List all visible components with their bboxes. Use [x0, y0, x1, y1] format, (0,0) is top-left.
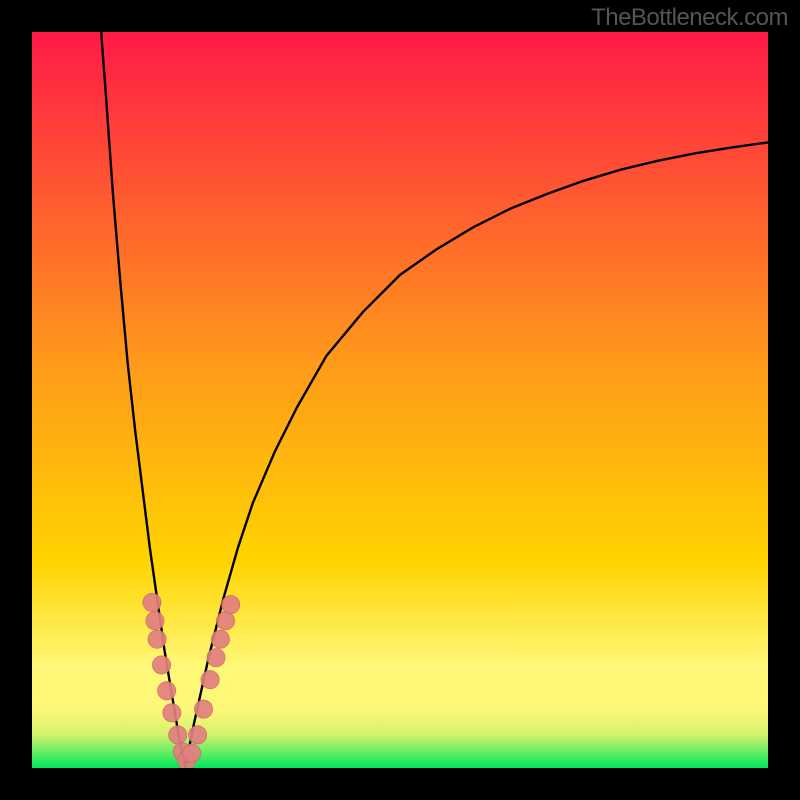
data-dot	[158, 682, 176, 700]
data-dot	[163, 704, 181, 722]
data-dot	[169, 726, 187, 744]
data-dot	[189, 726, 207, 744]
data-dot	[194, 700, 212, 718]
data-dot	[201, 671, 219, 689]
data-dot	[148, 630, 166, 648]
chart-plot-area	[32, 32, 768, 768]
chart-background	[32, 32, 768, 768]
data-dot	[146, 612, 164, 630]
data-dot	[207, 649, 225, 667]
data-dot	[183, 744, 201, 762]
chart-svg	[32, 32, 768, 768]
watermark-text: TheBottleneck.com	[591, 4, 788, 32]
data-dot	[143, 593, 161, 611]
outer-frame: TheBottleneck.com	[0, 0, 800, 800]
data-dot	[217, 612, 235, 630]
data-dot	[153, 656, 171, 674]
data-dot	[222, 596, 240, 614]
data-dot	[211, 630, 229, 648]
